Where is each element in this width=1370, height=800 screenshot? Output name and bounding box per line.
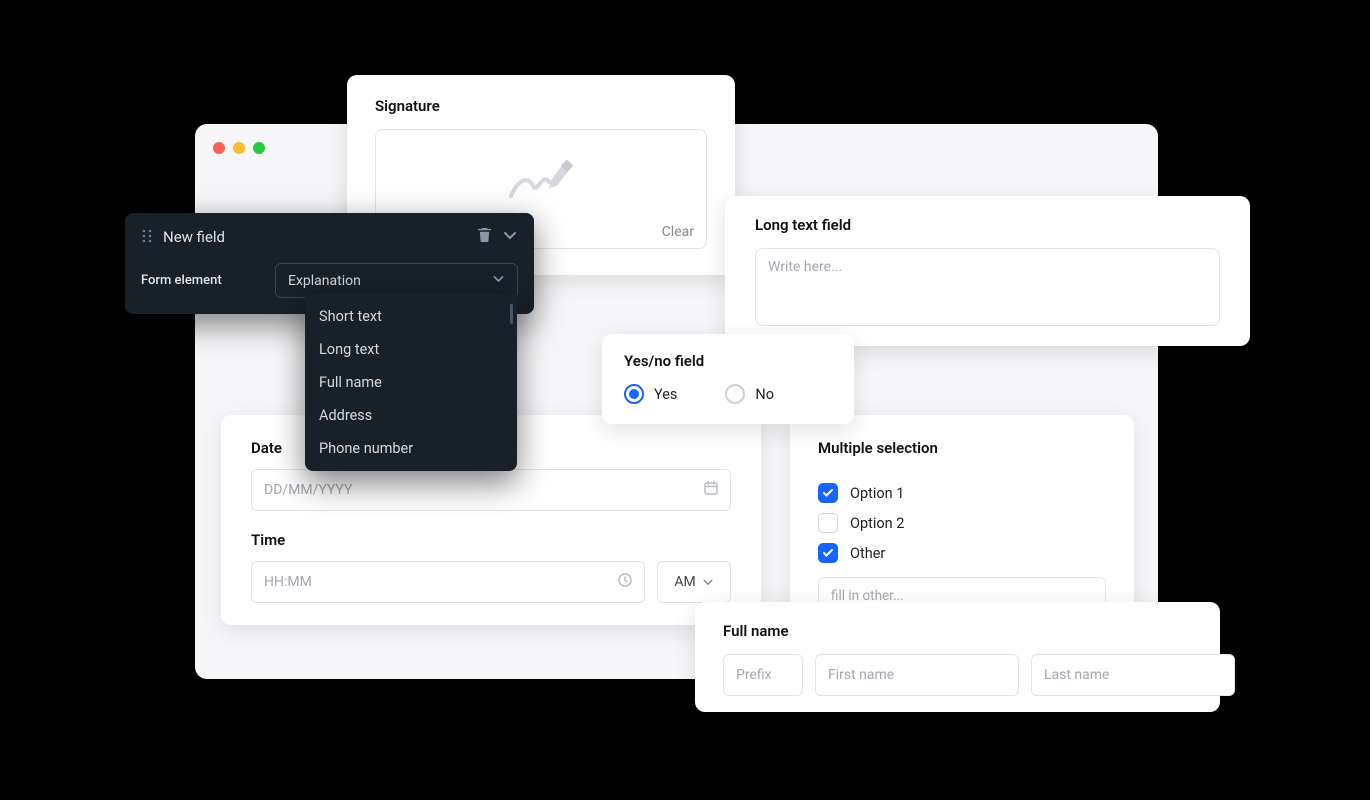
calendar-icon[interactable] — [703, 480, 719, 500]
chevron-down-icon — [702, 576, 714, 588]
checkbox-icon — [818, 483, 838, 503]
radio-label: Yes — [654, 386, 677, 403]
ampm-select[interactable]: AM — [657, 561, 731, 603]
radio-icon — [725, 384, 745, 404]
checkbox-label: Other — [850, 545, 885, 562]
long-text-title: Long text field — [755, 216, 1220, 234]
ampm-value: AM — [674, 574, 695, 590]
form-element-label: Form element — [141, 273, 261, 288]
signature-title: Signature — [375, 97, 707, 115]
checkbox-row-option1[interactable]: Option 1 — [818, 483, 1106, 503]
form-element-select[interactable]: Explanation — [275, 263, 518, 298]
dropdown-item[interactable]: Long text — [305, 333, 517, 366]
clock-icon[interactable] — [617, 572, 633, 592]
first-name-input[interactable] — [815, 654, 1019, 696]
time-input[interactable] — [251, 561, 645, 603]
dropdown-item[interactable]: Phone number — [305, 432, 517, 465]
radio-no[interactable]: No — [725, 384, 774, 404]
scrollbar[interactable] — [510, 304, 513, 324]
checkbox-row-option2[interactable]: Option 2 — [818, 513, 1106, 533]
trash-icon[interactable] — [477, 227, 492, 247]
checkbox-label: Option 1 — [850, 485, 904, 502]
checkbox-row-other[interactable]: Other — [818, 543, 1106, 563]
yesno-card: Yes/no field Yes No — [602, 334, 854, 424]
dropdown-item[interactable]: Full name — [305, 366, 517, 399]
radio-label: No — [755, 386, 774, 403]
maximize-window-button[interactable] — [253, 142, 265, 154]
pen-icon — [503, 152, 579, 208]
dropdown-item[interactable]: Address — [305, 399, 517, 432]
checkbox-icon — [818, 543, 838, 563]
chevron-down-icon[interactable] — [502, 227, 518, 247]
checkbox-label: Option 2 — [850, 515, 904, 532]
last-name-input[interactable] — [1031, 654, 1235, 696]
yesno-title: Yes/no field — [624, 352, 832, 370]
multi-title: Multiple selection — [818, 439, 1106, 457]
traffic-lights — [213, 142, 265, 154]
clear-button[interactable]: Clear — [662, 224, 694, 240]
fullname-card: Full name — [695, 602, 1220, 712]
long-text-card: Long text field — [725, 196, 1250, 346]
form-element-dropdown: Short text Long text Full name Address P… — [305, 294, 517, 471]
dropdown-item[interactable]: Short text — [305, 300, 517, 333]
drag-handle-icon[interactable] — [141, 228, 153, 247]
radio-icon — [624, 384, 644, 404]
checkbox-icon — [818, 513, 838, 533]
prefix-input[interactable] — [723, 654, 803, 696]
form-element-selected: Explanation — [288, 273, 361, 289]
chevron-down-icon — [492, 272, 505, 289]
minimize-window-button[interactable] — [233, 142, 245, 154]
fullname-title: Full name — [723, 622, 1192, 640]
new-field-title: New field — [163, 228, 467, 246]
time-label: Time — [251, 531, 731, 549]
long-text-input[interactable] — [755, 248, 1220, 326]
close-window-button[interactable] — [213, 142, 225, 154]
radio-yes[interactable]: Yes — [624, 384, 677, 404]
date-input[interactable] — [251, 469, 731, 511]
